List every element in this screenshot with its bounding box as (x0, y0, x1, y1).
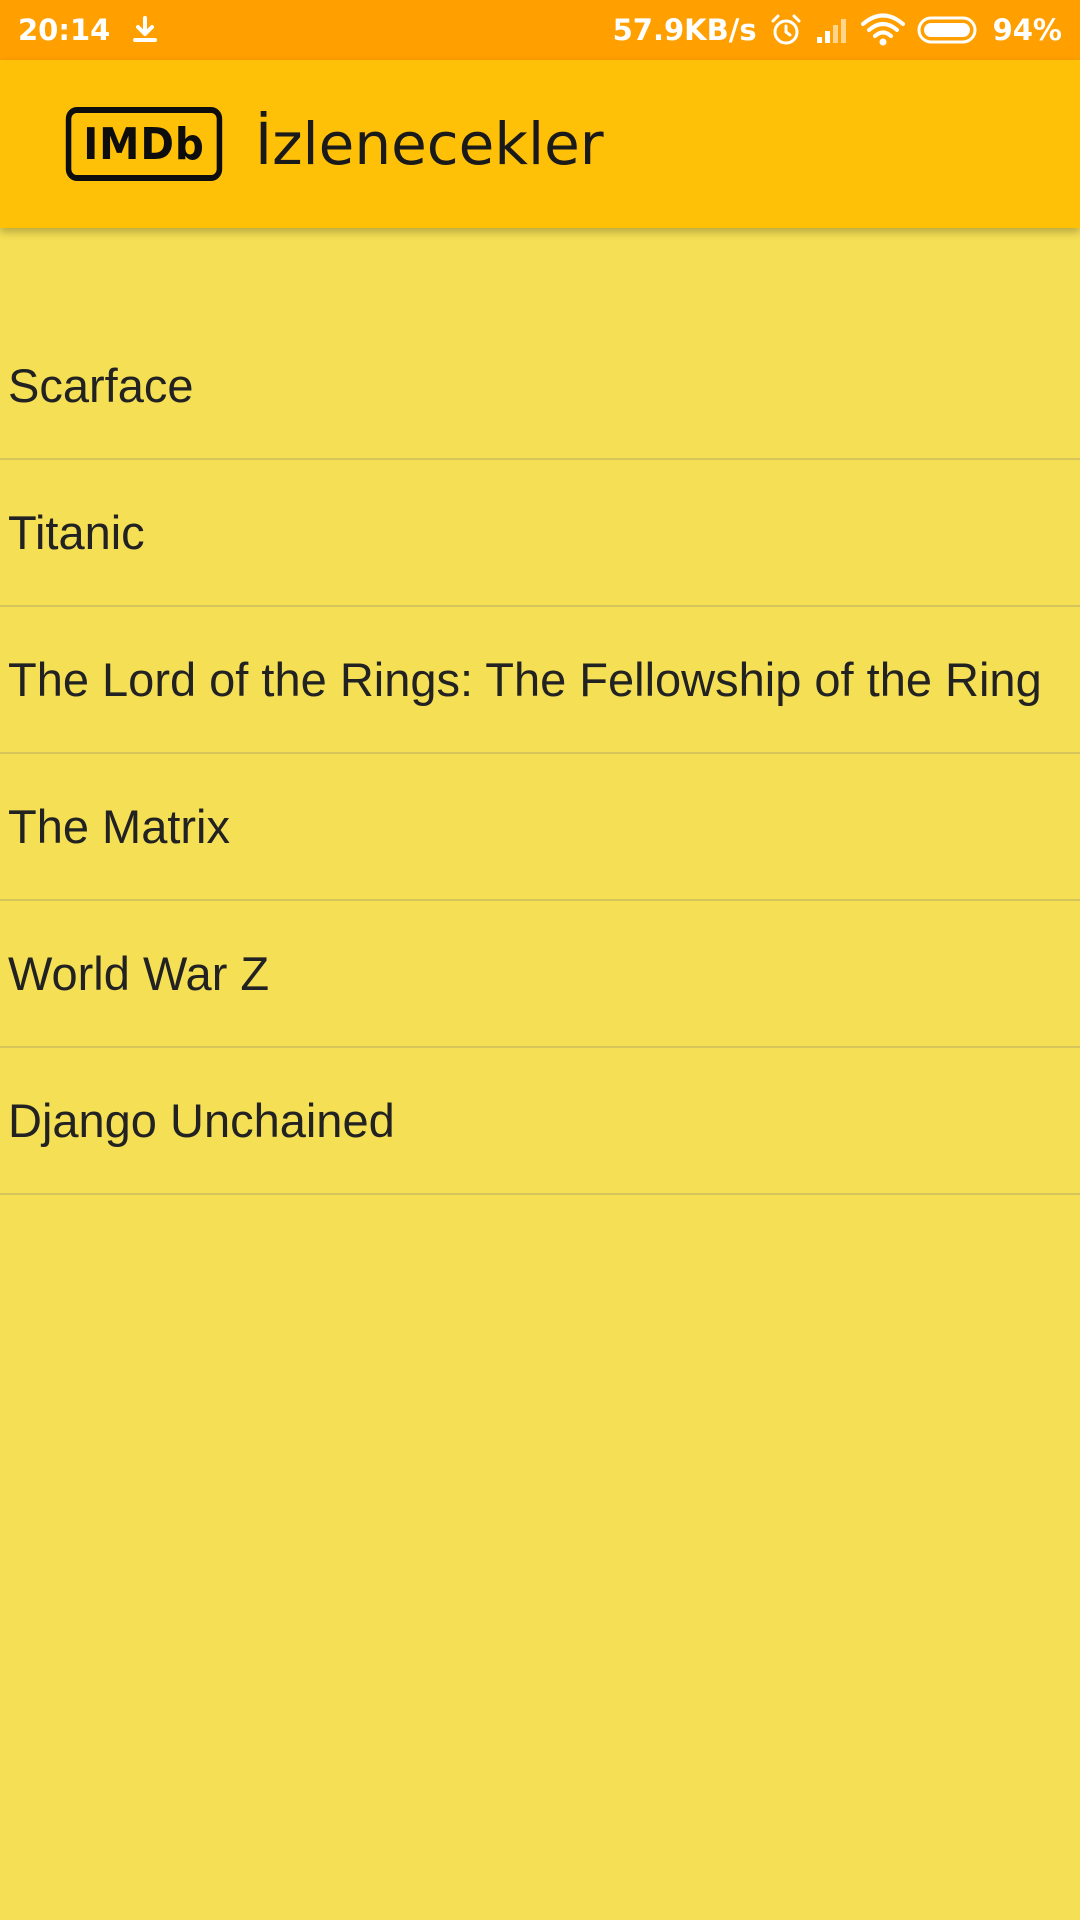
status-bar: 20:14 57.9KB/s 94% (0, 0, 1080, 60)
movie-title: Titanic (8, 506, 145, 559)
list-item[interactable]: The Matrix (0, 754, 1080, 901)
app-bar: IMDb İzlenecekler (0, 60, 1080, 228)
wifi-icon (860, 13, 905, 47)
list-item[interactable]: World War Z (0, 901, 1080, 1048)
page-title: İzlenecekler (255, 110, 604, 178)
movie-title: Django Unchained (8, 1094, 395, 1147)
logo-text: IMDb (83, 118, 205, 170)
list-item[interactable]: Django Unchained (0, 1048, 1080, 1195)
list-item[interactable]: Scarface (0, 313, 1080, 460)
download-icon (130, 15, 160, 45)
movie-title: The Matrix (8, 800, 230, 853)
signal-icon (815, 15, 849, 45)
network-speed: 57.9KB/s (612, 13, 757, 47)
battery-icon (917, 15, 981, 45)
battery-percent: 94% (992, 13, 1062, 47)
imdb-logo: IMDb (65, 107, 223, 181)
movie-title: Scarface (8, 359, 194, 412)
list-item[interactable]: The Lord of the Rings: The Fellowship of… (0, 607, 1080, 754)
movie-title: World War Z (8, 947, 270, 1000)
alarm-icon (769, 13, 803, 47)
watchlist: Scarface Titanic The Lord of the Rings: … (0, 313, 1080, 1195)
list-item[interactable]: Titanic (0, 460, 1080, 607)
movie-title: The Lord of the Rings: The Fellowship of… (8, 653, 1042, 706)
status-time: 20:14 (18, 13, 111, 47)
